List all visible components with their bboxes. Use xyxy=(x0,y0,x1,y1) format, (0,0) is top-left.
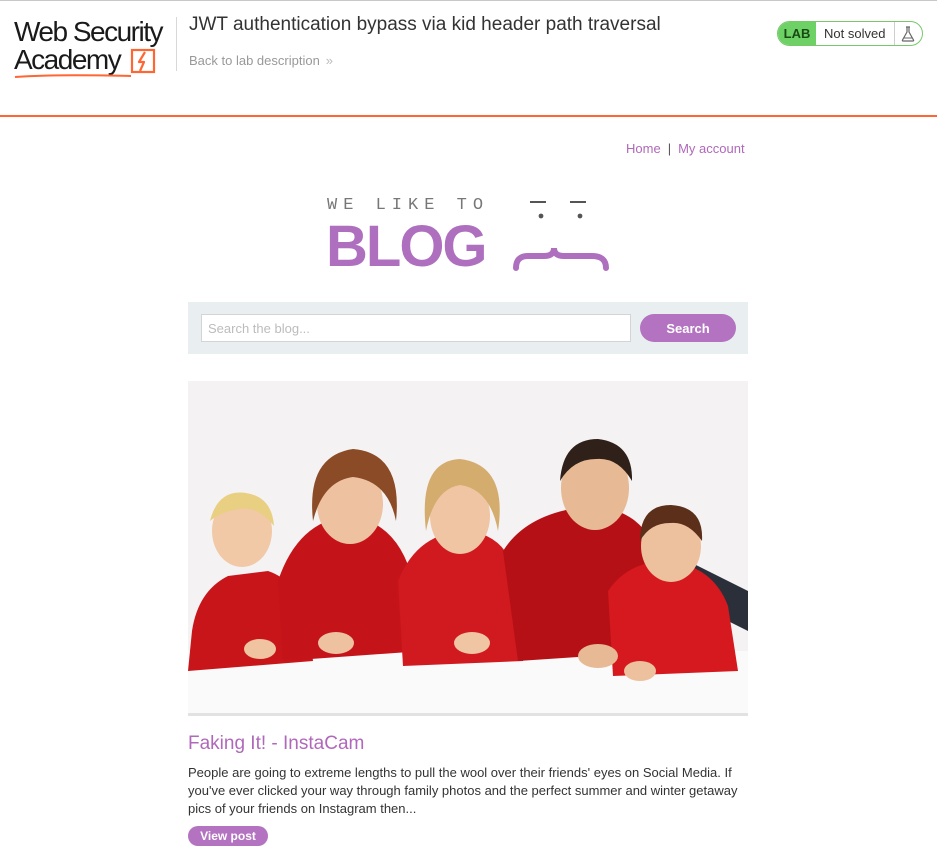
search-input[interactable] xyxy=(201,314,631,342)
lab-badge: LAB xyxy=(778,22,816,45)
search-form: Search xyxy=(188,302,748,354)
view-post-button[interactable]: View post xyxy=(188,826,268,846)
back-to-lab-link[interactable]: Back to lab description » xyxy=(189,53,333,68)
logo-underline xyxy=(14,74,132,78)
double-chevron-right-icon: » xyxy=(325,53,334,68)
academy-header: Web Security Academy JWT authentication … xyxy=(0,1,937,115)
logo-line-1: Web Security xyxy=(14,16,164,47)
post-image[interactable] xyxy=(188,381,748,716)
family-photo-icon xyxy=(188,381,748,716)
brace-face-icon xyxy=(513,201,609,271)
logo-line-2: Academy xyxy=(14,44,122,75)
lightning-icon xyxy=(130,48,156,74)
home-link[interactable]: Home xyxy=(626,141,661,156)
back-link-label: Back to lab description xyxy=(189,53,320,68)
header-divider xyxy=(176,17,177,71)
status-divider xyxy=(894,22,895,45)
lab-status-text: Not solved xyxy=(824,26,886,41)
search-button[interactable]: Search xyxy=(640,314,736,342)
blog-logo: WE LIKE TO BLOG xyxy=(326,196,616,278)
header-orange-rule xyxy=(0,115,937,117)
nav-separator: | xyxy=(667,141,672,156)
lab-status-widget: LAB Not solved xyxy=(777,21,923,46)
blog-logo-tagline: WE LIKE TO xyxy=(327,196,490,215)
post-title-link[interactable]: Faking It! - InstaCam xyxy=(188,733,364,755)
blog-logo-wordmark: BLOG xyxy=(326,214,488,279)
my-account-link[interactable]: My account xyxy=(678,141,744,156)
post-excerpt: People are going to extreme lengths to p… xyxy=(188,765,738,816)
lab-title: JWT authentication bypass via kid header… xyxy=(189,14,661,35)
web-security-academy-logo[interactable]: Web Security Academy xyxy=(14,17,174,79)
top-nav: Home | My account xyxy=(626,141,745,156)
flask-icon[interactable] xyxy=(899,25,917,43)
